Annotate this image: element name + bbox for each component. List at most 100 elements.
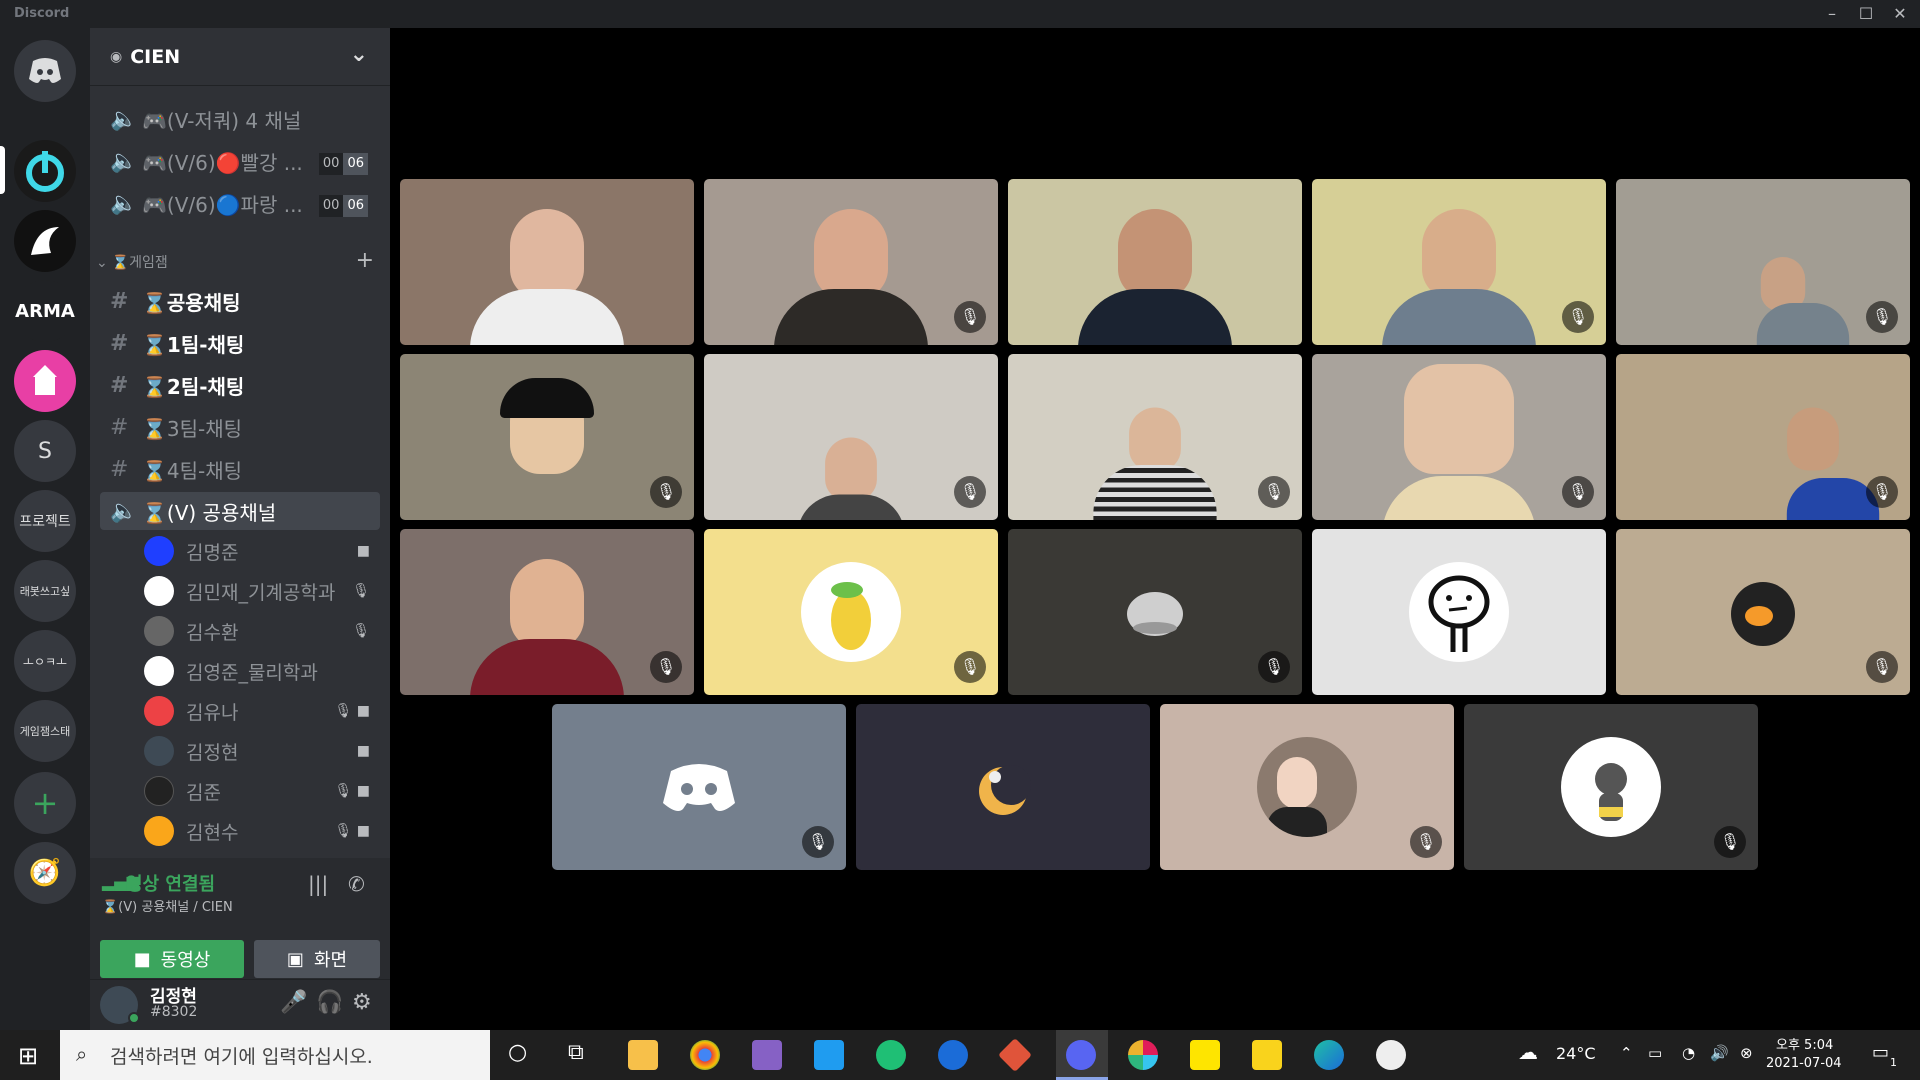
server-arma-icon[interactable]: ARMA — [14, 280, 76, 342]
windows-start-icon[interactable]: ⊞ — [18, 1042, 38, 1070]
voice-member[interactable]: 김유나 🎙 ■ — [144, 692, 380, 730]
maximize-button[interactable]: ☐ — [1852, 2, 1880, 26]
add-channel-icon[interactable]: + — [356, 248, 374, 273]
weather-temp[interactable]: 24°C — [1556, 1044, 1596, 1063]
voice-member[interactable]: 김수환 🎙 — [144, 612, 380, 650]
volume-icon[interactable]: 🔊 — [1710, 1044, 1729, 1062]
chrome-icon[interactable] — [690, 1040, 720, 1070]
wifi-icon[interactable]: ◔ — [1682, 1044, 1695, 1062]
clock-date[interactable]: 2021-07-04 — [1766, 1056, 1842, 1071]
explore-compass-icon[interactable]: 🧭 — [14, 842, 76, 904]
ime-off-icon[interactable]: ⊗ — [1740, 1044, 1753, 1062]
voice-member[interactable]: 김현수 🎙 ■ — [144, 812, 380, 850]
voice-channel-red[interactable]: 🔈 🎮(V/6)🔴빨강 ... 00 06 — [100, 142, 380, 180]
video-tile[interactable]: 🎙 — [1616, 354, 1910, 520]
mic-muted-icon: 🎙 — [802, 826, 834, 858]
text-channel-team3[interactable]: # ⌛3팀-채팅 — [100, 408, 380, 446]
edge-icon[interactable] — [1314, 1040, 1344, 1070]
video-tile[interactable]: 🎙 — [1616, 179, 1910, 345]
minimize-button[interactable]: – — [1818, 2, 1846, 26]
battery-icon[interactable]: ▭ — [1648, 1044, 1662, 1062]
server-power-icon[interactable] — [14, 140, 76, 202]
category-gamejam[interactable]: ⌄ ⌛게임잼 + — [96, 248, 386, 273]
sourcetree-icon[interactable] — [998, 1038, 1032, 1072]
server-robot[interactable]: 래봇쓰고싶 — [14, 560, 76, 622]
weather-cloud-icon[interactable]: ☁ — [1518, 1040, 1538, 1064]
video-tile[interactable]: 🎙 — [1312, 354, 1606, 520]
video-tile[interactable]: 🎙 — [1312, 179, 1606, 345]
paint-icon[interactable] — [1376, 1040, 1406, 1070]
avatar-tile[interactable]: 🎙 — [1464, 704, 1758, 870]
server-s[interactable]: S — [14, 420, 76, 482]
participant-body — [797, 494, 905, 520]
text-channel-team1[interactable]: # ⌛1팀-채팅 — [100, 324, 380, 362]
black-cap — [500, 378, 594, 418]
server-header[interactable]: ◉ CIEN ⌄ — [90, 28, 390, 86]
server-swoosh-icon[interactable] — [14, 210, 76, 272]
microphone-icon[interactable]: 🎤 — [280, 990, 307, 1015]
avatar-tile[interactable]: 🎙 — [1160, 704, 1454, 870]
avatar-tile[interactable]: 🎙 — [704, 529, 998, 695]
task-view-icon[interactable]: ⧉ — [568, 1040, 584, 1065]
visual-studio-icon[interactable] — [752, 1040, 782, 1070]
video-tile[interactable]: 🎙 — [400, 354, 694, 520]
home-button[interactable] — [14, 40, 76, 102]
avatar-tile[interactable]: 🎙 — [1616, 529, 1910, 695]
text-channel-public[interactable]: # ⌛공용채팅 — [100, 282, 380, 320]
screen-share-button[interactable]: ▣ 화면 — [254, 940, 380, 978]
gear-icon[interactable]: ⚙ — [352, 990, 372, 1015]
kakaotalk-icon[interactable] — [1190, 1040, 1220, 1070]
voice-channel-blue[interactable]: 🔈 🎮(V/6)🔵파랑 ... 00 06 — [100, 184, 380, 222]
chevron-up-icon[interactable]: ⌃ — [1620, 1044, 1633, 1062]
disconnect-icon[interactable]: ✆ — [348, 872, 365, 896]
vscode-icon[interactable] — [814, 1040, 844, 1070]
avatar-tile[interactable] — [856, 704, 1150, 870]
video-tile[interactable]: 🎙 — [704, 354, 998, 520]
video-tile[interactable] — [400, 179, 694, 345]
taskbar-search-box[interactable]: ⌕ 검색하려면 여기에 입력하십시오. — [60, 1030, 490, 1080]
cortana-icon[interactable]: ○ — [508, 1040, 527, 1065]
discord-taskbar-icon[interactable] — [1066, 1040, 1096, 1070]
voice-channel-4[interactable]: 🔈 🎮(V-저쿼) 4 채널 — [100, 100, 380, 138]
add-server-icon[interactable]: + — [14, 772, 76, 834]
chevron-down-icon[interactable]: ⌄ — [350, 42, 368, 67]
moon-scene-icon — [979, 765, 1031, 815]
voice-channel-public[interactable]: 🔈 ⌛(V) 공용채널 — [100, 492, 380, 530]
video-tile[interactable] — [1008, 179, 1302, 345]
voice-member[interactable]: 김정현 ■ — [144, 732, 380, 770]
file-explorer-icon[interactable] — [628, 1040, 658, 1070]
notification-icon[interactable]: ▭ — [1872, 1042, 1889, 1063]
video-tile[interactable]: 🎙 — [704, 179, 998, 345]
voice-member[interactable]: 김명준 ■ — [144, 532, 380, 570]
avatar-tile[interactable]: 🎙 — [552, 704, 846, 870]
text-channel-team4[interactable]: # ⌛4팀-채팅 — [100, 450, 380, 488]
video-tile[interactable]: 🎙 — [400, 529, 694, 695]
video-tile[interactable]: 🎙 — [1008, 354, 1302, 520]
avatar-tile[interactable] — [1312, 529, 1606, 695]
meme-face-icon — [1428, 575, 1490, 652]
camera-icon: ■ — [356, 543, 370, 559]
clock-time[interactable]: 오후 5:04 — [1776, 1034, 1833, 1053]
mic-muted-icon: 🎙 — [650, 476, 682, 508]
server-gamejam-staff[interactable]: 게임잼스태 — [14, 700, 76, 762]
server-castle-icon[interactable] — [14, 350, 76, 412]
sticky-notes-icon[interactable] — [1252, 1040, 1282, 1070]
server-project[interactable]: 프로젝트 — [14, 490, 76, 552]
voice-member[interactable]: 김준 🎙 ■ — [144, 772, 380, 810]
close-button[interactable]: ✕ — [1886, 2, 1914, 26]
noise-suppression-icon[interactable]: ||| — [308, 872, 328, 896]
voice-channel-path[interactable]: ⌛(V) 공용채널 / CIEN — [102, 896, 233, 915]
text-channel-team2[interactable]: # ⌛2팀-채팅 — [100, 366, 380, 404]
headphones-icon[interactable]: 🎧 — [316, 990, 343, 1015]
voice-member[interactable]: 김민재_기계공학과 🎙 — [144, 572, 380, 610]
slack-icon[interactable] — [1128, 1040, 1158, 1070]
shell-icon — [1127, 592, 1183, 636]
user-panel: 김정현 #8302 🎤 🎧 ⚙ — [90, 980, 390, 1030]
video-button[interactable]: ■ 동영상 — [100, 940, 244, 978]
voice-member[interactable]: 김영준_물리학과 — [144, 652, 380, 690]
avatar-tile[interactable]: 🎙 — [1008, 529, 1302, 695]
maps-pin-icon[interactable] — [938, 1040, 968, 1070]
server-okko[interactable]: ㅗㅇㅋㅗ — [14, 630, 76, 692]
voice-status[interactable]: 영상 연결됨 — [126, 870, 215, 896]
gitkraken-icon[interactable] — [876, 1040, 906, 1070]
